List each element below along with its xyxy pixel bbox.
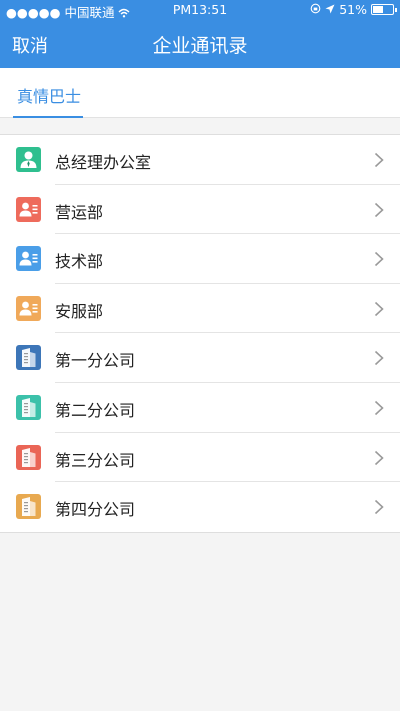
department-row[interactable]: 营运部 (0, 185, 400, 235)
department-label: 总经理办公室 (55, 153, 152, 172)
department-label: 第二分公司 (55, 400, 136, 420)
chevron-right-icon (374, 202, 384, 218)
department-row[interactable]: 第二分公司 (0, 383, 400, 433)
location-arrow-icon (325, 2, 335, 17)
chevron-right-icon (374, 499, 384, 515)
tab-bar: 真情巴士 (0, 68, 400, 118)
status-bar: ●●●●● 中国联通 PM13:51 51% (0, 0, 400, 20)
chevron-right-icon (374, 450, 384, 466)
navigation-bar: 取消 企业通讯录 (0, 20, 400, 68)
person-icon (16, 147, 41, 172)
department-label: 第四分公司 (55, 500, 136, 520)
chevron-right-icon (374, 350, 384, 366)
contact-card-icon (16, 246, 41, 272)
department-row[interactable]: 总经理办公室 (0, 135, 400, 185)
contact-card-icon (16, 295, 41, 321)
top-bar: ●●●●● 中国联通 PM13:51 51% 取消 企业通讯录 (0, 0, 400, 68)
department-row[interactable]: 安服部 (0, 284, 400, 334)
tab-company[interactable]: 真情巴士 (13, 68, 83, 118)
tab-active-indicator (13, 116, 83, 118)
chevron-right-icon (374, 251, 384, 267)
building-icon (16, 444, 41, 470)
department-label: 技术部 (55, 252, 104, 272)
department-label: 营运部 (55, 202, 104, 222)
department-label: 第一分公司 (55, 351, 136, 371)
department-row[interactable]: 第三分公司 (0, 433, 400, 483)
page-title: 企业通讯录 (152, 35, 248, 57)
department-label: 第三分公司 (55, 450, 136, 470)
chevron-right-icon (374, 152, 384, 168)
battery-icon (371, 4, 397, 15)
department-row[interactable]: 第一分公司 (0, 333, 400, 383)
department-label: 安服部 (55, 301, 104, 321)
tab-label: 真情巴士 (17, 87, 82, 106)
building-icon (16, 494, 41, 520)
contact-card-icon (16, 196, 41, 222)
chevron-right-icon (374, 400, 384, 416)
building-icon (16, 345, 41, 371)
battery-level (373, 6, 383, 13)
building-icon (16, 394, 41, 420)
department-list: 总经理办公室 营运部技术部安服部第一分公司第二分公司第三分公司第四分公司 (0, 134, 400, 533)
rotation-lock-icon (310, 2, 321, 17)
chevron-right-icon (374, 301, 384, 317)
department-row[interactable]: 技术部 (0, 234, 400, 284)
department-row[interactable]: 第四分公司 (0, 482, 400, 532)
battery-percent: 51% (339, 2, 367, 17)
